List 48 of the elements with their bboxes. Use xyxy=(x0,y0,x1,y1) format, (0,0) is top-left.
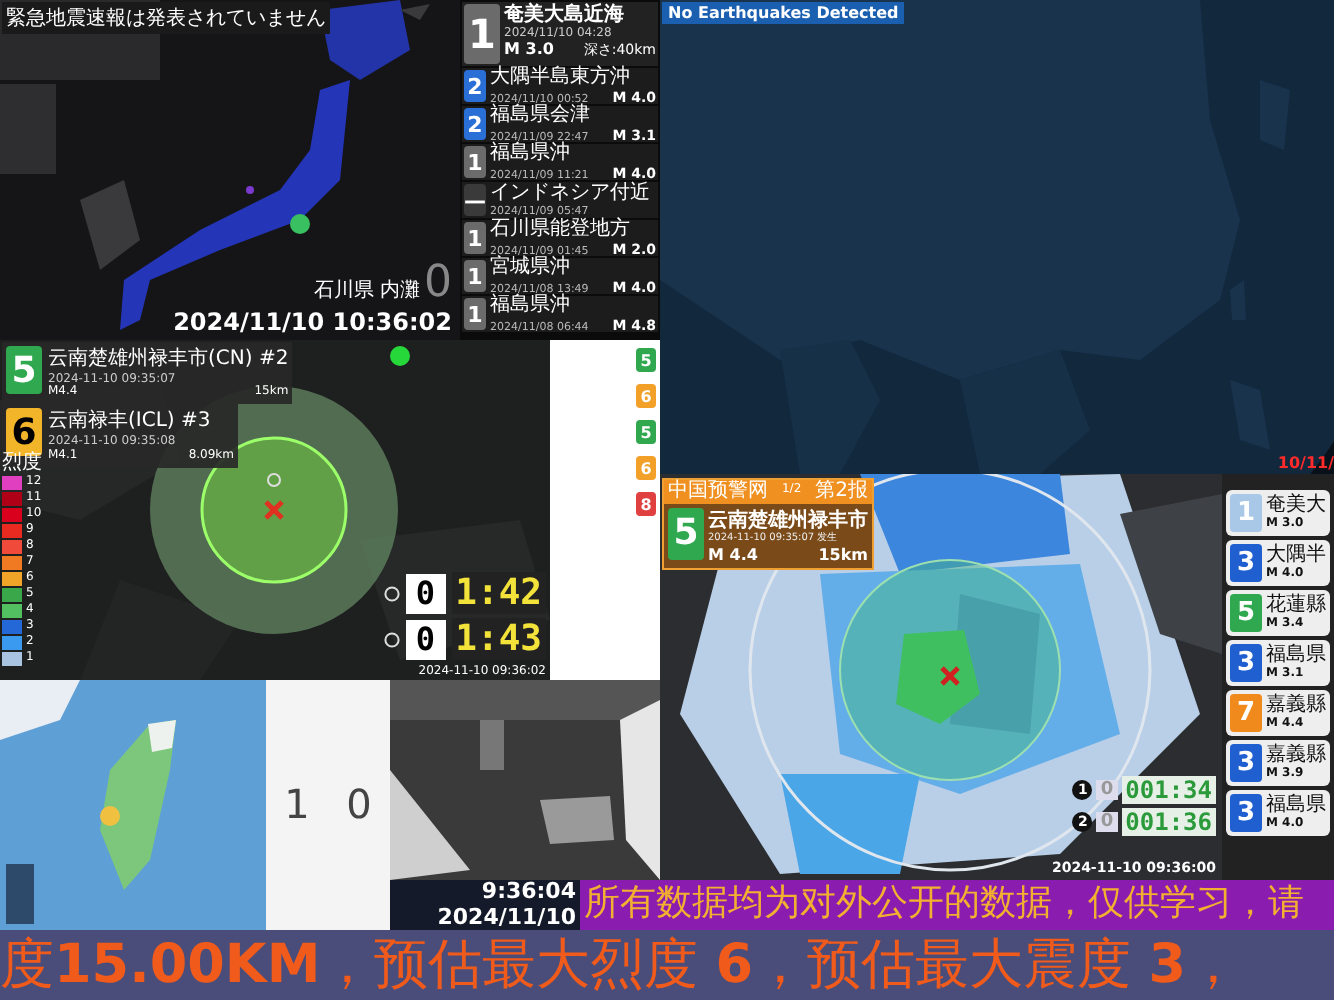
intensity-badge: 3 xyxy=(1230,644,1262,682)
quake-name: 花蓮縣 xyxy=(1266,594,1326,617)
quake-name: 福島県沖 xyxy=(490,142,572,166)
quake-name: 嘉義縣 xyxy=(1266,744,1326,767)
date-label: 10/11/ xyxy=(1277,453,1334,472)
intensity-badge: 1 xyxy=(464,260,486,292)
intensity-badge: 7 xyxy=(1230,694,1262,732)
magnitude: M 3.0 xyxy=(504,40,554,60)
clock-date: 2024/11/10 xyxy=(437,905,576,931)
intensity-badge: 5 xyxy=(636,348,656,372)
intensity-badge: 1 xyxy=(464,4,500,64)
location-label: 石川県 内灘 xyxy=(313,279,420,303)
observed-intensity: 0 xyxy=(424,257,452,308)
quake-name: 奄美大 xyxy=(1266,494,1326,517)
intensity-badge: 1 xyxy=(464,146,486,178)
quake-name: 石川県能登地方 xyxy=(490,218,632,242)
count-value: 1 xyxy=(284,782,310,828)
quake-name: 宮城県沖 xyxy=(490,256,572,280)
intensity-badge: 6 xyxy=(636,384,656,408)
intensity-badge: 2 xyxy=(464,70,486,102)
ticker-text: 度15.00KM，预估最大烈度 6，预估最大震度 3， xyxy=(0,933,1240,997)
quake-name: 福島県沖 xyxy=(490,294,572,318)
alert-message: 緊急地震速報は発表されていません xyxy=(2,2,330,34)
quake-name: 大隅半島東方沖 xyxy=(490,66,632,90)
quake-name: 嘉義縣 xyxy=(1266,694,1326,717)
intensity-badge: 5 xyxy=(1230,594,1262,632)
intensity-badge: — xyxy=(464,184,486,216)
intensity-badge: 1 xyxy=(464,298,486,330)
intensity-badge: 3 xyxy=(1230,794,1262,832)
count-value: 0 xyxy=(346,782,372,828)
timestamp: 2024/11/10 10:36:02 xyxy=(173,310,452,338)
status-badge: No Earthquakes Detected xyxy=(662,2,905,24)
intensity-badge: 6 xyxy=(636,456,656,480)
quake-name: インドネシア付近 xyxy=(490,182,652,205)
quake-name: 奄美大島近海 xyxy=(504,4,626,27)
quake-name: 大隅半 xyxy=(1266,544,1326,567)
intensity-badge: 1 xyxy=(1230,494,1262,532)
intensity-badge: 8 xyxy=(636,492,656,516)
quake-name: 福島県会津 xyxy=(490,104,592,128)
intensity-badge: 3 xyxy=(1230,744,1262,782)
disclaimer-text: 所有数据均为对外公开的数据，仅供学习，请 xyxy=(584,884,1304,926)
intensity-badge: 1 xyxy=(464,222,486,254)
intensity-badge: 3 xyxy=(1230,544,1262,582)
clock-time: 9:36:04 xyxy=(481,879,576,905)
quake-name: 福島県 xyxy=(1266,794,1326,817)
intensity-badge: 2 xyxy=(464,108,486,140)
intensity-badge: 5 xyxy=(636,420,656,444)
quake-name: 福島県 xyxy=(1266,644,1326,667)
